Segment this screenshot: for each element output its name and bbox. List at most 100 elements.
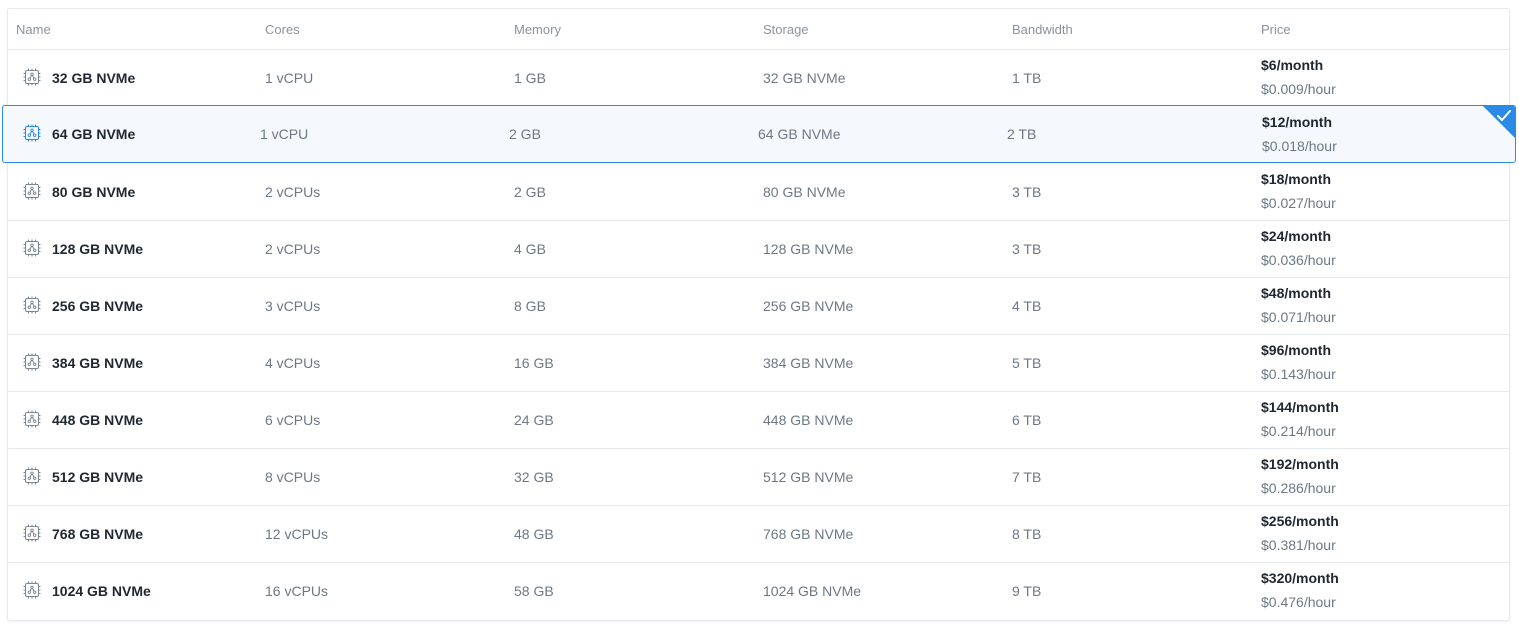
plan-name: 256 GB NVMe	[52, 298, 144, 314]
plan-storage: 1024 GB NVMe	[763, 583, 862, 599]
plan-bandwidth: 4 TB	[1012, 298, 1042, 314]
plan-bandwidth: 9 TB	[1012, 583, 1042, 599]
plan-bandwidth: 3 TB	[1012, 184, 1042, 200]
plan-storage: 768 GB NVMe	[763, 526, 854, 542]
table-row[interactable]: 512 GB NVMe 8 vCPUs 32 GB 512 GB NVMe 7 …	[8, 449, 1509, 506]
column-header-bandwidth: Bandwidth	[1012, 22, 1073, 37]
plan-memory: 8 GB	[514, 298, 546, 314]
plan-name: 32 GB NVMe	[52, 70, 136, 86]
plan-storage: 32 GB NVMe	[763, 70, 846, 86]
plan-cores: 1 vCPU	[265, 70, 314, 86]
price-per-month: $192/month	[1261, 456, 1339, 472]
price-per-month: $256/month	[1261, 513, 1339, 529]
plan-bandwidth: 2 TB	[1007, 126, 1037, 142]
plan-cores: 16 vCPUs	[265, 583, 329, 599]
table-row[interactable]: 384 GB NVMe 4 vCPUs 16 GB 384 GB NVMe 5 …	[8, 335, 1509, 392]
plan-cores: 4 vCPUs	[265, 355, 321, 371]
plan-storage: 384 GB NVMe	[763, 355, 854, 371]
plan-storage: 80 GB NVMe	[763, 184, 846, 200]
plan-bandwidth: 6 TB	[1012, 412, 1042, 428]
table-row[interactable]: 32 GB NVMe 1 vCPU 1 GB 32 GB NVMe 1 TB $…	[8, 50, 1509, 107]
plan-memory: 2 GB	[514, 184, 546, 200]
server-chip-icon	[23, 124, 41, 142]
plan-memory: 1 GB	[514, 70, 546, 86]
table-row[interactable]: 768 GB NVMe 12 vCPUs 48 GB 768 GB NVMe 8…	[8, 506, 1509, 563]
plan-memory: 48 GB	[514, 526, 554, 542]
table-row[interactable]: 1024 GB NVMe 16 vCPUs 58 GB 1024 GB NVMe…	[8, 563, 1509, 620]
server-chip-icon	[23, 581, 41, 599]
price-per-hour: $0.036/hour	[1261, 252, 1336, 268]
table-row[interactable]: 256 GB NVMe 3 vCPUs 8 GB 256 GB NVMe 4 T…	[8, 278, 1509, 335]
plan-price: $320/month $0.476/hour	[1261, 570, 1339, 610]
plan-bandwidth: 1 TB	[1012, 70, 1042, 86]
server-chip-icon	[23, 353, 41, 371]
plan-memory: 2 GB	[509, 126, 541, 142]
plan-cores: 6 vCPUs	[265, 412, 321, 428]
column-header-price: Price	[1261, 22, 1291, 37]
price-per-month: $144/month	[1261, 399, 1339, 415]
price-per-month: $18/month	[1261, 171, 1332, 187]
server-chip-icon	[23, 296, 41, 314]
plan-cores: 2 vCPUs	[265, 184, 321, 200]
server-chip-icon	[23, 410, 41, 428]
plan-name: 448 GB NVMe	[52, 412, 144, 428]
price-per-hour: $0.009/hour	[1261, 81, 1336, 97]
plan-price: $6/month $0.009/hour	[1261, 57, 1336, 97]
plan-storage: 448 GB NVMe	[763, 412, 854, 428]
column-header-cores: Cores	[265, 22, 300, 37]
plan-price: $18/month $0.027/hour	[1261, 171, 1336, 211]
plan-storage: 512 GB NVMe	[763, 469, 854, 485]
plan-name: 64 GB NVMe	[52, 126, 136, 142]
plan-bandwidth: 5 TB	[1012, 355, 1042, 371]
plan-cores: 1 vCPU	[260, 126, 309, 142]
price-per-month: $12/month	[1262, 114, 1333, 130]
server-chip-icon	[23, 467, 41, 485]
price-per-month: $6/month	[1261, 57, 1324, 73]
plan-bandwidth: 8 TB	[1012, 526, 1042, 542]
table-header: Name Cores Memory Storage Bandwidth Pric…	[8, 9, 1509, 50]
plan-name: 768 GB NVMe	[52, 526, 144, 542]
plan-memory: 4 GB	[514, 241, 546, 257]
price-per-hour: $0.286/hour	[1261, 480, 1336, 496]
plan-cores: 3 vCPUs	[265, 298, 321, 314]
plan-storage: 128 GB NVMe	[763, 241, 854, 257]
plan-cores: 12 vCPUs	[265, 526, 329, 542]
column-header-name: Name	[16, 22, 51, 37]
price-per-hour: $0.071/hour	[1261, 309, 1336, 325]
column-header-storage: Storage	[763, 22, 809, 37]
plan-price: $24/month $0.036/hour	[1261, 228, 1336, 268]
plan-storage: 64 GB NVMe	[758, 126, 841, 142]
plan-price: $12/month $0.018/hour	[1262, 114, 1337, 154]
table-row[interactable]: 80 GB NVMe 2 vCPUs 2 GB 80 GB NVMe 3 TB …	[8, 164, 1509, 221]
plan-name: 512 GB NVMe	[52, 469, 144, 485]
plan-memory: 16 GB	[514, 355, 554, 371]
server-chip-icon	[23, 182, 41, 200]
plan-price: $96/month $0.143/hour	[1261, 342, 1336, 382]
server-chip-icon	[23, 239, 41, 257]
plan-name: 128 GB NVMe	[52, 241, 144, 257]
price-per-hour: $0.027/hour	[1261, 195, 1336, 211]
table-row[interactable]: 448 GB NVMe 6 vCPUs 24 GB 448 GB NVMe 6 …	[8, 392, 1509, 449]
price-per-hour: $0.018/hour	[1262, 138, 1337, 154]
selected-check-icon	[1483, 106, 1515, 138]
plan-price: $48/month $0.071/hour	[1261, 285, 1336, 325]
plan-table: Name Cores Memory Storage Bandwidth Pric…	[2, 8, 1516, 621]
plan-name: 1024 GB NVMe	[52, 583, 151, 599]
server-chip-icon	[23, 524, 41, 542]
column-header-memory: Memory	[514, 22, 561, 37]
plan-name: 80 GB NVMe	[52, 184, 136, 200]
plan-storage: 256 GB NVMe	[763, 298, 854, 314]
plan-name: 384 GB NVMe	[52, 355, 144, 371]
price-per-hour: $0.143/hour	[1261, 366, 1336, 382]
price-per-month: $48/month	[1261, 285, 1332, 301]
plan-price: $144/month $0.214/hour	[1261, 399, 1339, 439]
price-per-hour: $0.476/hour	[1261, 594, 1336, 610]
plan-cores: 8 vCPUs	[265, 469, 321, 485]
plan-memory: 24 GB	[514, 412, 554, 428]
price-per-hour: $0.214/hour	[1261, 423, 1336, 439]
price-per-month: $320/month	[1261, 570, 1339, 586]
table-row-selected[interactable]: 64 GB NVMe 1 vCPU 2 GB 64 GB NVMe 2 TB $…	[2, 105, 1516, 163]
price-per-hour: $0.381/hour	[1261, 537, 1336, 553]
price-per-month: $96/month	[1261, 342, 1332, 358]
table-row[interactable]: 128 GB NVMe 2 vCPUs 4 GB 128 GB NVMe 3 T…	[8, 221, 1509, 278]
